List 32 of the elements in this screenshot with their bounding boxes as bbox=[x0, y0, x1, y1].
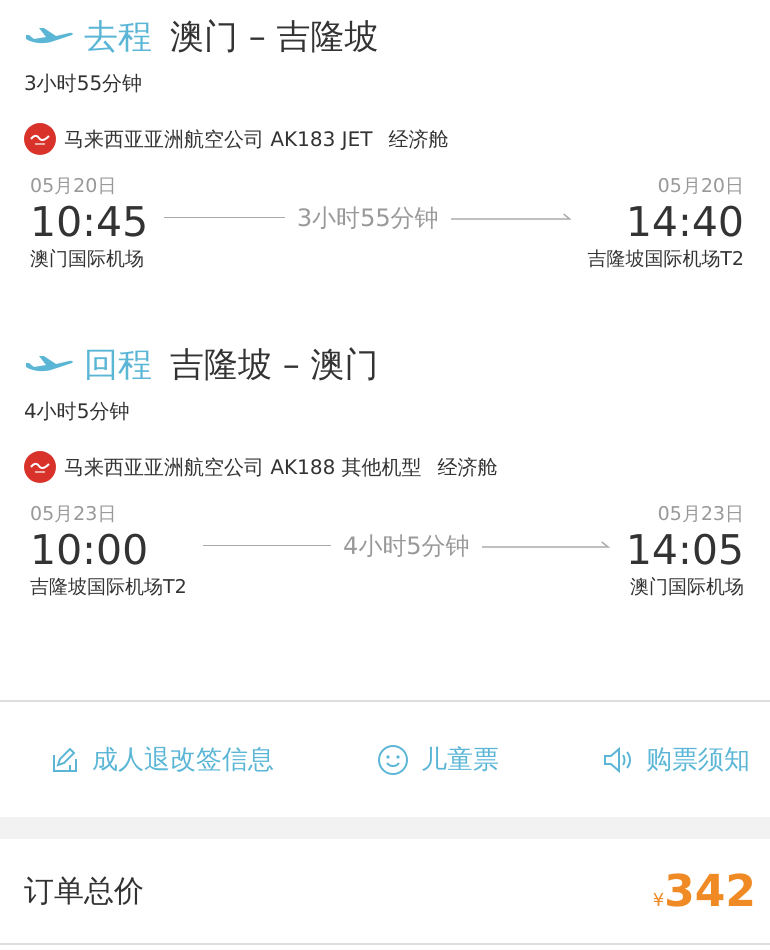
route-title: 澳门 – 吉隆坡 bbox=[170, 16, 379, 59]
arrival-date: 05月23日 bbox=[658, 502, 744, 527]
smiley-icon bbox=[377, 744, 409, 776]
cabin-class: 经济舱 bbox=[438, 454, 498, 480]
info-link[interactable]: 购票须知 bbox=[602, 742, 750, 777]
trip-direction: 去程 bbox=[84, 16, 152, 59]
trip-direction: 回程 bbox=[84, 344, 152, 387]
departure-time: 10:45 bbox=[30, 199, 148, 246]
flight-duration: 3小时55分钟 bbox=[296, 202, 439, 234]
departure-time: 10:00 bbox=[30, 527, 148, 574]
flight-duration: 4小时5分钟 bbox=[343, 530, 470, 562]
arrival-airport: 澳门国际机场 bbox=[630, 575, 744, 600]
departure-airport: 吉隆坡国际机场T2 bbox=[30, 575, 187, 600]
total-duration: 4小时5分钟 bbox=[24, 398, 130, 425]
arrival-airport: 吉隆坡国际机场T2 bbox=[587, 247, 744, 272]
departure-airport: 澳门国际机场 bbox=[30, 247, 144, 272]
airline-logo-icon bbox=[24, 123, 56, 155]
order-total-label: 订单总价 bbox=[24, 872, 144, 910]
arrival-date: 05月20日 bbox=[658, 174, 744, 199]
flight-info: 马来西亚亚洲航空公司 AK188 其他机型 bbox=[64, 454, 422, 480]
airline-logo-icon bbox=[24, 451, 56, 483]
arrival-time: 14:40 bbox=[626, 199, 744, 246]
total-duration: 3小时55分钟 bbox=[24, 70, 144, 97]
route-title: 吉隆坡 – 澳门 bbox=[170, 344, 379, 387]
departure-date: 05月20日 bbox=[30, 174, 116, 199]
arrival-time: 14:05 bbox=[626, 527, 744, 574]
info-link[interactable]: 儿童票 bbox=[377, 742, 499, 777]
departure-date: 05月23日 bbox=[30, 502, 116, 527]
flight-info: 马来西亚亚洲航空公司 AK183 JET bbox=[64, 126, 372, 152]
info-link[interactable]: 成人退改签信息 bbox=[50, 742, 274, 777]
total-price: ¥342 bbox=[652, 866, 756, 916]
cabin-class: 经济舱 bbox=[388, 126, 448, 152]
